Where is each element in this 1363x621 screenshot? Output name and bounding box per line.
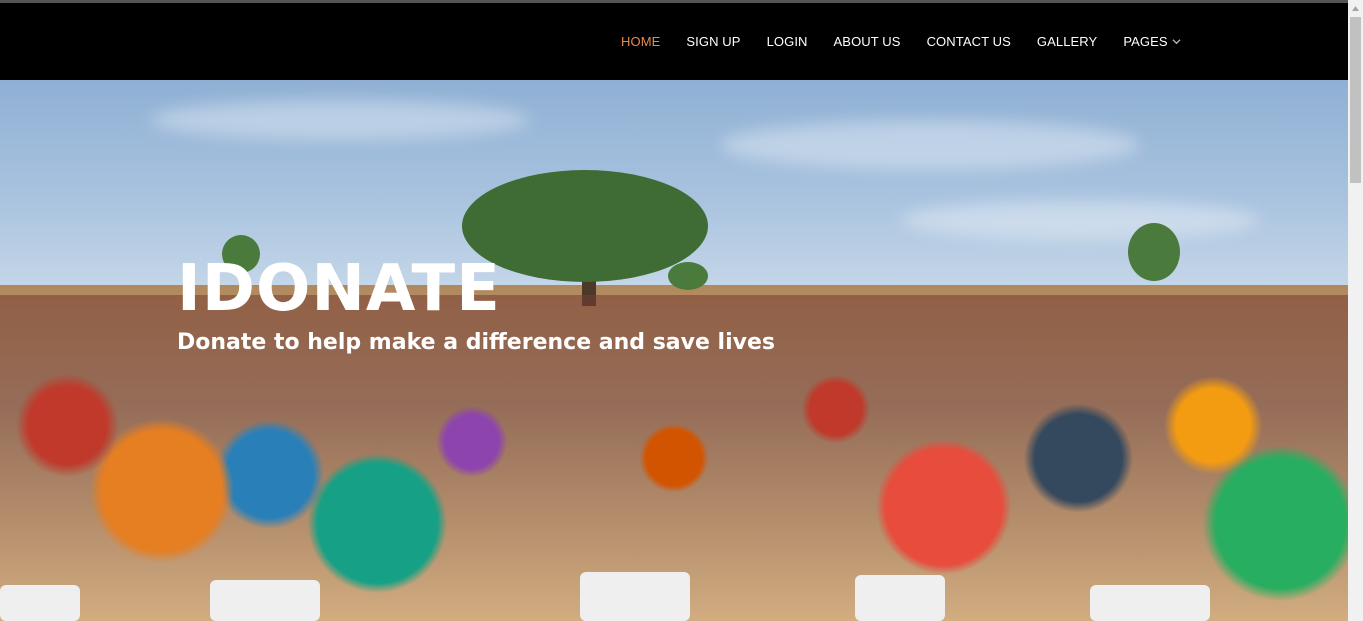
hero-background-aid-sack	[1090, 585, 1210, 621]
nav-item-login[interactable]: LOGIN	[754, 34, 821, 49]
hero-banner: IDONATE Donate to help make a difference…	[0, 80, 1348, 621]
triangle-up-icon	[1352, 6, 1359, 11]
nav-item-home[interactable]: HOME	[608, 34, 673, 49]
hero-background-cloud	[720, 120, 1140, 170]
chevron-down-icon	[1172, 39, 1181, 45]
nav-menu: HOME SIGN UP LOGIN ABOUT US CONTACT US G…	[608, 3, 1194, 80]
hero-background-tree	[668, 262, 708, 290]
hero-subtitle: Donate to help make a difference and sav…	[177, 330, 775, 355]
hero-background-aid-sack	[855, 575, 945, 621]
hero-background-aid-sack	[580, 572, 690, 621]
nav-item-pages-label: PAGES	[1123, 34, 1168, 49]
hero-background-aid-sack	[0, 585, 80, 621]
scrollbar-thumb[interactable]	[1350, 17, 1361, 183]
navbar: HOME SIGN UP LOGIN ABOUT US CONTACT US G…	[0, 3, 1348, 80]
nav-item-gallery[interactable]: GALLERY	[1024, 34, 1110, 49]
nav-item-sign-up[interactable]: SIGN UP	[673, 34, 753, 49]
nav-item-about-us[interactable]: ABOUT US	[821, 34, 914, 49]
nav-item-contact-us[interactable]: CONTACT US	[914, 34, 1024, 49]
hero-title: IDONATE	[177, 252, 501, 326]
scroll-up-arrow-icon[interactable]	[1348, 0, 1363, 17]
hero-background-cloud	[900, 200, 1260, 240]
vertical-scrollbar[interactable]	[1348, 0, 1363, 621]
hero-background-cloud	[150, 100, 530, 140]
nav-item-pages[interactable]: PAGES	[1110, 34, 1193, 49]
hero-background-tree	[1128, 223, 1180, 281]
hero-background-aid-sack	[210, 580, 320, 621]
